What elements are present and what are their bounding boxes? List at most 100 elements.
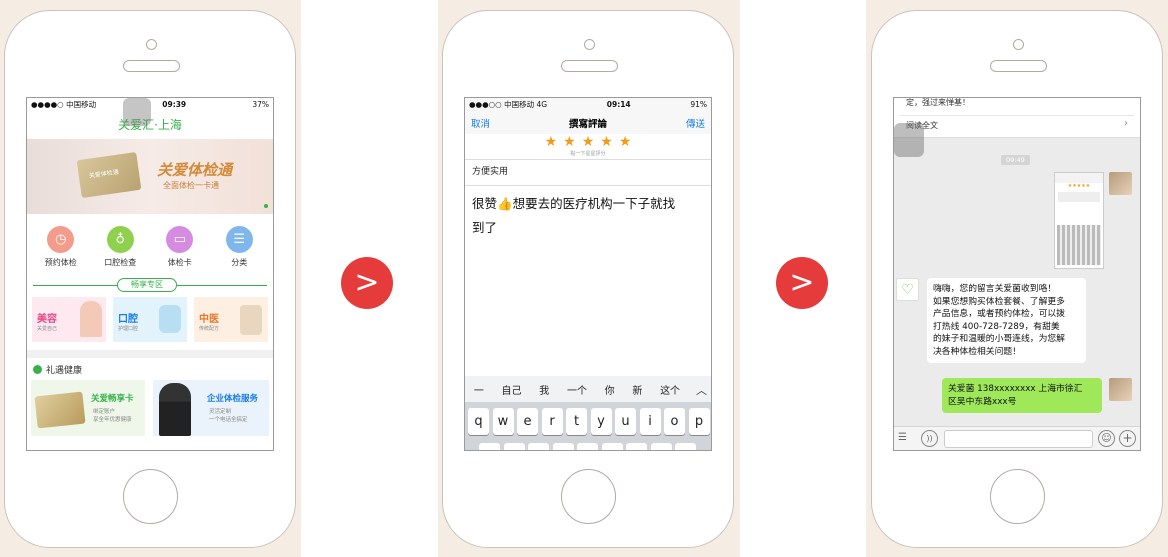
- keyboard-key[interactable]: o: [664, 408, 685, 435]
- plus-icon[interactable]: +: [1119, 430, 1136, 447]
- keyboard-key[interactable]: q: [468, 408, 489, 435]
- screen-1: ●●●●○ 中国移动 09:39 37% 关爱汇·上海 关爱体检通 关爱体检通 …: [26, 97, 274, 451]
- assistive-touch-button[interactable]: [123, 98, 151, 126]
- voice-icon[interactable]: )): [921, 430, 938, 447]
- status-bar: ●●●○○ 中国移动 4G 09:14 91%: [465, 98, 711, 111]
- tooth-icon: ♁: [106, 226, 134, 253]
- assistive-touch-button[interactable]: [894, 123, 924, 157]
- home-button[interactable]: [123, 469, 178, 524]
- user-avatar[interactable]: [1109, 172, 1132, 195]
- keyboard-key[interactable]: y: [590, 408, 612, 435]
- status-time: 09:14: [606, 100, 631, 109]
- star-icon[interactable]: ★: [563, 134, 582, 150]
- category-icon: ☰: [225, 226, 253, 253]
- keyboard: 一 自己 我 一个 你 新 这个 ︿ qwertyuiop: [465, 376, 711, 450]
- user-avatar[interactable]: [1109, 378, 1132, 401]
- suggestion-item[interactable]: 这个: [660, 382, 680, 397]
- star-icon[interactable]: ★: [619, 134, 638, 150]
- category-more[interactable]: ☰ 分类: [210, 226, 268, 268]
- status-time: 09:39: [162, 100, 187, 109]
- gift-header: 礼遇健康: [27, 358, 273, 380]
- menu-icon[interactable]: ☰: [898, 432, 907, 443]
- tcm-image: [240, 305, 262, 335]
- suggestion-item[interactable]: 一个: [567, 382, 587, 397]
- mini-keyboard: [1057, 225, 1101, 265]
- staff-image: [159, 383, 191, 436]
- screenshot-message[interactable]: ★★★★★: [1054, 172, 1104, 269]
- chat-input-bar: ☰ )) ☺ +: [894, 426, 1140, 450]
- promo-card-enterprise[interactable]: 企业体检服务 灵活定制 一个电话全搞定: [153, 380, 269, 436]
- heart-icon[interactable]: ♡: [896, 278, 919, 301]
- speaker-grill: [123, 60, 180, 72]
- zone-card-dental[interactable]: 口腔 护理口腔: [113, 297, 187, 342]
- next-arrow-icon: >: [776, 257, 828, 309]
- suggestion-item[interactable]: 自己: [502, 382, 522, 397]
- speaker-grill: [561, 60, 618, 72]
- phone-frame-2: ●●●○○ 中国移动 4G 09:14 91% 取消 撰寫評論 傳送 ★★★★★…: [442, 10, 734, 548]
- category-appointment[interactable]: ◷ 预约体检: [32, 226, 90, 268]
- keyboard-key[interactable]: u: [615, 408, 636, 435]
- category-dental[interactable]: ♁ 口腔检查: [91, 226, 149, 268]
- zone-card-beauty[interactable]: 美容 关爱自己: [32, 297, 106, 342]
- zone-cards: 美容 关爱自己 口腔 护理口腔 中医 传统配方: [27, 297, 273, 342]
- star-icon[interactable]: ★: [600, 134, 619, 150]
- star-icon[interactable]: ★: [545, 134, 564, 150]
- keyboard-key[interactable]: t: [566, 408, 587, 435]
- category-card[interactable]: ▭ 体检卡: [151, 226, 209, 268]
- user-message-bubble: 关爱菌 138xxxxxxxx 上海市徐汇 区吴中东路xxx号: [942, 378, 1102, 413]
- chevron-right-icon: ›: [1124, 118, 1128, 129]
- vip-card-image: [34, 391, 86, 429]
- key-row: qwertyuiop: [465, 402, 711, 435]
- mini-stars: ★★★★★: [1067, 183, 1091, 189]
- camera-icon: [146, 39, 157, 50]
- key-row-2: [465, 435, 711, 450]
- article-card[interactable]: 定，强过来惮基！ 阅读全文 ›: [894, 98, 1140, 138]
- phone-frame-1: ●●●●○ 中国移动 09:39 37% 关爱汇·上海 关爱体检通 关爱体检通 …: [4, 10, 296, 548]
- chat-text-input[interactable]: [944, 430, 1093, 448]
- screen-2: ●●●○○ 中国移动 4G 09:14 91% 取消 撰寫評論 傳送 ★★★★★…: [464, 97, 712, 451]
- keyboard-key[interactable]: w: [492, 408, 514, 435]
- emoji-icon[interactable]: ☺: [1098, 430, 1115, 447]
- banner[interactable]: 关爱体检通 关爱体检通 全面体检一卡通: [27, 139, 273, 214]
- gift-icon: [33, 364, 42, 374]
- card-image: 关爱体检通: [76, 152, 142, 198]
- star-rating[interactable]: ★★★★★: [465, 134, 711, 151]
- suggestion-item[interactable]: 一: [474, 382, 484, 397]
- camera-icon: [1013, 39, 1024, 50]
- beauty-image: [80, 301, 102, 337]
- cancel-button[interactable]: 取消: [471, 116, 490, 130]
- bot-reply-bubble: 嗨嗨，您的留言关爱菌收到咯！ 如果您想购买体检套餐、了解更多 产品信息，或者预约…: [927, 278, 1086, 363]
- camera-icon: [584, 39, 595, 50]
- review-title-input[interactable]: 方便实用: [465, 160, 711, 186]
- keyboard-key[interactable]: r: [541, 408, 563, 435]
- zone-title: 畅享专区: [117, 278, 177, 292]
- suggestion-item[interactable]: 新: [632, 382, 642, 397]
- star-icon[interactable]: ★: [582, 134, 601, 150]
- suggestion-bar: 一 自己 我 一个 你 新 这个: [465, 376, 711, 402]
- suggestion-item[interactable]: 你: [605, 382, 615, 397]
- zone-card-tcm[interactable]: 中医 传统配方: [194, 297, 268, 342]
- carrier-text: ●●●●○ 中国移动: [31, 100, 97, 109]
- keyboard-key[interactable]: i: [639, 408, 661, 435]
- rating-area: ★★★★★ 點一下星星評分: [465, 134, 711, 160]
- send-button[interactable]: 傳送: [686, 116, 705, 130]
- speaker-grill: [990, 60, 1047, 72]
- suggestion-item[interactable]: 我: [539, 382, 549, 397]
- category-grid: ◷ 预约体检 ♁ 口腔检查 ▭ 体检卡 ☰ 分类: [27, 226, 273, 268]
- banner-subtitle: 全面体检一卡通: [163, 181, 219, 190]
- battery-text: 37%: [252, 100, 269, 109]
- keyboard-key[interactable]: e: [517, 408, 538, 435]
- chevron-up-icon[interactable]: ︿: [696, 382, 707, 398]
- review-body-input[interactable]: 很赞👍想要去的医疗机构一下子就找 到了: [465, 186, 711, 362]
- card-icon: ▭: [166, 226, 194, 253]
- clock-icon: ◷: [47, 226, 75, 253]
- nav-title: 撰寫評論: [568, 118, 607, 130]
- keyboard-key[interactable]: p: [688, 408, 710, 435]
- dental-image: [159, 305, 181, 333]
- hotline-line: 打热线 400-728-7289，有甜美: [933, 321, 1060, 332]
- home-button[interactable]: [990, 469, 1045, 524]
- screen-3: 定，强过来惮基！ 阅读全文 › 09:49 ★★★★★ ♡ 嗨嗨，您的留言关爱菌…: [893, 97, 1141, 451]
- promo-card-vip[interactable]: 关爱畅享卡 绑定账户 享全年优惠健康: [31, 380, 145, 436]
- home-button[interactable]: [561, 469, 616, 524]
- article-snippet: 定，强过来惮基！: [906, 98, 970, 107]
